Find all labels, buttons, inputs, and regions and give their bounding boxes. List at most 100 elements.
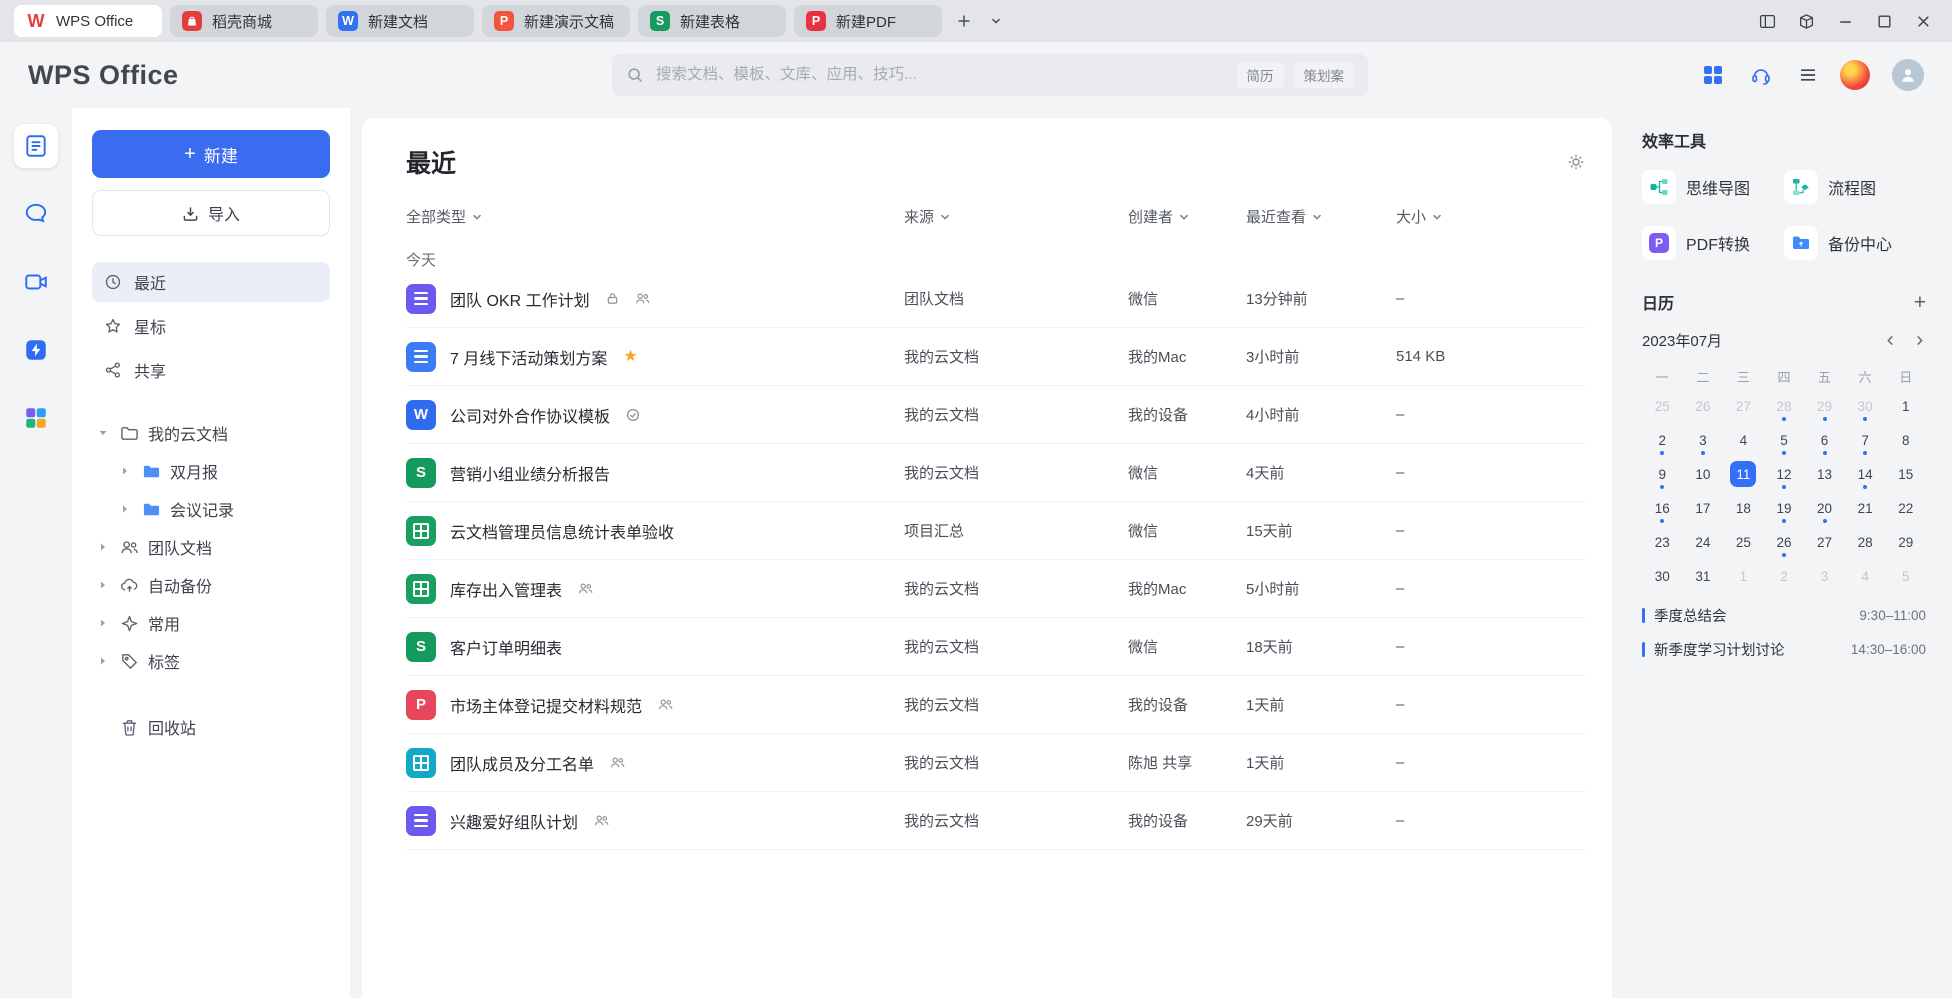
rail-item-messages[interactable] <box>14 192 58 236</box>
window-tab-ppt[interactable]: P 新建演示文稿 <box>482 5 630 37</box>
calendar-day[interactable]: 27 <box>1723 389 1764 423</box>
caret-right-icon[interactable] <box>96 542 110 552</box>
doc-row[interactable]: 兴趣爱好组队计划 我的云文档 我的设备 29天前 – <box>406 792 1586 850</box>
calendar-day[interactable]: 28 <box>1845 525 1886 559</box>
doc-row[interactable]: 库存出入管理表 我的云文档 我的Mac 5小时前 – <box>406 560 1586 618</box>
calendar-day[interactable]: 1 <box>1885 389 1926 423</box>
calendar-day[interactable]: 2 <box>1642 423 1683 457</box>
caret-right-icon[interactable] <box>96 656 110 666</box>
sidebar-item-tags[interactable]: 标签 <box>92 642 330 680</box>
calendar-day[interactable]: 6 <box>1804 423 1845 457</box>
search-input[interactable] <box>654 65 1227 85</box>
caret-right-icon[interactable] <box>118 466 132 476</box>
calendar-day[interactable]: 8 <box>1885 423 1926 457</box>
rail-item-quick-share[interactable] <box>14 328 58 372</box>
doc-row[interactable]: 7 月线下活动策划方案 ★ 我的云文档 我的Mac 3小时前 514 KB <box>406 328 1586 386</box>
sidebar-item-frequent[interactable]: 常用 <box>92 604 330 642</box>
sidebar-item-shared[interactable]: 共享 <box>92 350 330 390</box>
rail-item-apps[interactable] <box>14 396 58 440</box>
tab-list-button[interactable] <box>982 7 1010 35</box>
window-tab-docer[interactable]: 稻壳商城 <box>170 5 318 37</box>
calendar-day[interactable]: 20 <box>1804 491 1845 525</box>
calendar-day[interactable]: 26 <box>1764 525 1805 559</box>
calendar-day[interactable]: 27 <box>1804 525 1845 559</box>
calendar-day[interactable]: 19 <box>1764 491 1805 525</box>
calendar-day[interactable]: 26 <box>1683 389 1724 423</box>
sidebar-item-team-docs[interactable]: 团队文档 <box>92 528 330 566</box>
calendar-day[interactable]: 25 <box>1723 525 1764 559</box>
headset-icon[interactable] <box>1750 64 1772 86</box>
sidebar-item-bimonthly-report[interactable]: 双月报 <box>92 452 330 490</box>
caret-right-icon[interactable] <box>118 504 132 514</box>
apps-grid-icon[interactable] <box>1702 64 1724 86</box>
doc-row[interactable]: 团队 OKR 工作计划 团队文档 微信 13分钟前 – <box>406 270 1586 328</box>
settings-gear-icon[interactable] <box>1566 152 1586 172</box>
doc-row[interactable]: S 营销小组业绩分析报告 我的云文档 微信 4天前 – <box>406 444 1586 502</box>
tool-flowchart[interactable]: 流程图 <box>1784 170 1926 204</box>
calendar-day[interactable]: 24 <box>1683 525 1724 559</box>
window-tab-pdf[interactable]: P 新建PDF <box>794 5 942 37</box>
calendar-day[interactable]: 28 <box>1764 389 1805 423</box>
add-event-button[interactable]: + <box>1914 292 1926 313</box>
calendar-day[interactable]: 15 <box>1885 457 1926 491</box>
doc-row[interactable]: 团队成员及分工名单 我的云文档 陈旭 共享 1天前 – <box>406 734 1586 792</box>
filter-4[interactable]: 大小 <box>1396 206 1586 227</box>
new-tab-button[interactable] <box>950 7 978 35</box>
sidebar-item-trash[interactable]: 回收站 <box>92 708 330 746</box>
calendar-day[interactable]: 4 <box>1723 423 1764 457</box>
search-bar[interactable]: 简历策划案 <box>612 54 1368 96</box>
calendar-day[interactable]: 13 <box>1804 457 1845 491</box>
filter-2[interactable]: 创建者 <box>1128 206 1246 227</box>
caret-right-icon[interactable] <box>96 580 110 590</box>
caret-down-icon[interactable] <box>96 428 110 438</box>
maximize-button[interactable] <box>1876 13 1893 30</box>
calendar-day[interactable]: 4 <box>1845 559 1886 593</box>
sidebar-item-meeting-notes[interactable]: 会议记录 <box>92 490 330 528</box>
close-button[interactable] <box>1915 13 1932 30</box>
calendar-day[interactable]: 17 <box>1683 491 1724 525</box>
calendar-day[interactable]: 29 <box>1804 389 1845 423</box>
calendar-day[interactable]: 21 <box>1845 491 1886 525</box>
filter-3[interactable]: 最近查看 <box>1246 206 1396 227</box>
new-button[interactable]: + 新建 <box>92 130 330 178</box>
calendar-day[interactable]: 3 <box>1804 559 1845 593</box>
rail-item-meetings[interactable] <box>14 260 58 304</box>
tool-mindmap[interactable]: 思维导图 <box>1642 170 1784 204</box>
minimize-button[interactable] <box>1837 13 1854 30</box>
doc-row[interactable]: S 客户订单明细表 我的云文档 微信 18天前 – <box>406 618 1586 676</box>
user-avatar[interactable] <box>1892 59 1924 91</box>
calendar-day[interactable]: 30 <box>1642 559 1683 593</box>
search-tag[interactable]: 策划案 <box>1294 62 1355 88</box>
window-tab-sheet[interactable]: S 新建表格 <box>638 5 786 37</box>
calendar-day[interactable]: 29 <box>1885 525 1926 559</box>
calendar-day[interactable]: 2 <box>1764 559 1805 593</box>
calendar-prev-button[interactable] <box>1884 334 1897 347</box>
sidebar-item-auto-backup[interactable]: 自动备份 <box>92 566 330 604</box>
tool-backup-center[interactable]: 备份中心 <box>1784 226 1926 260</box>
calendar-day[interactable]: 1 <box>1723 559 1764 593</box>
calendar-day[interactable]: 30 <box>1845 389 1886 423</box>
rail-item-documents[interactable] <box>14 124 58 168</box>
window-tab-home[interactable]: W WPS Office <box>14 5 162 37</box>
calendar-day[interactable]: 16 <box>1642 491 1683 525</box>
calendar-day[interactable]: 23 <box>1642 525 1683 559</box>
calendar-day[interactable]: 18 <box>1723 491 1764 525</box>
calendar-day[interactable]: 9 <box>1642 457 1683 491</box>
sidebar-item-recent[interactable]: 最近 <box>92 262 330 302</box>
filter-1[interactable]: 来源 <box>904 206 1128 227</box>
doc-row[interactable]: P 市场主体登记提交材料规范 我的云文档 我的设备 1天前 – <box>406 676 1586 734</box>
calendar-day[interactable]: 3 <box>1683 423 1724 457</box>
event-item[interactable]: 新季度学习计划讨论 14:30–16:00 <box>1642 639 1926 660</box>
caret-right-icon[interactable] <box>96 618 110 628</box>
calendar-day[interactable]: 14 <box>1845 457 1886 491</box>
calendar-day[interactable]: 11 <box>1723 457 1764 491</box>
sidebar-item-starred[interactable]: 星标 <box>92 306 330 346</box>
doc-row[interactable]: 云文档管理员信息统计表单验收 项目汇总 微信 15天前 – <box>406 502 1586 560</box>
calendar-day[interactable]: 25 <box>1642 389 1683 423</box>
calendar-day[interactable]: 31 <box>1683 559 1724 593</box>
box-button[interactable] <box>1798 13 1815 30</box>
filter-0[interactable]: 全部类型 <box>406 206 904 227</box>
hamburger-icon[interactable] <box>1798 65 1818 85</box>
calendar-day[interactable]: 5 <box>1885 559 1926 593</box>
doc-row[interactable]: W 公司对外合作协议模板 我的云文档 我的设备 4小时前 – <box>406 386 1586 444</box>
